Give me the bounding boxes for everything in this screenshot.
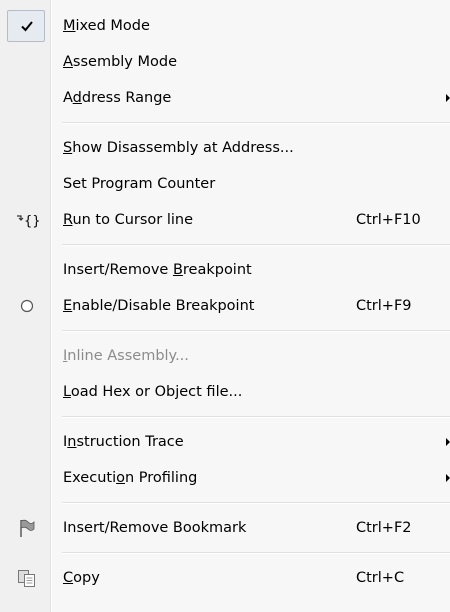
checkmark-icon [16, 15, 38, 37]
menu-item-run-to-cursor-line[interactable]: {} Run to Cursor line Ctrl+F10 [0, 202, 450, 238]
submenu-arrow-icon [446, 94, 450, 102]
menu-item-address-range[interactable]: Address Range [0, 80, 450, 116]
breakpoint-circle-icon [16, 295, 38, 317]
copy-icon [16, 567, 38, 589]
menu-item-label: Mixed Mode [63, 18, 150, 34]
menu-item-label: Show Disassembly at Address... [63, 140, 294, 156]
menu-item-label: Copy [63, 570, 100, 586]
menu-item-inline-assembly: Inline Assembly... [0, 338, 450, 374]
menu-item-insert-remove-breakpoint[interactable]: Insert/Remove Breakpoint [0, 252, 450, 288]
menu-item-enable-disable-breakpoint[interactable]: Enable/Disable Breakpoint Ctrl+F9 [0, 288, 450, 324]
submenu-arrow-icon [446, 474, 450, 482]
menu-separator [62, 244, 450, 246]
menu-item-insert-remove-bookmark[interactable]: Insert/Remove Bookmark Ctrl+F2 [0, 510, 450, 546]
menu-item-label: Address Range [63, 90, 172, 106]
menu-item-assembly-mode[interactable]: Assembly Mode [0, 44, 450, 80]
svg-text:{}: {} [24, 214, 41, 229]
menu-item-label: Inline Assembly... [63, 348, 189, 364]
menu-item-set-program-counter[interactable]: Set Program Counter [0, 166, 450, 202]
menu-separator [62, 502, 450, 504]
menu-item-copy[interactable]: Copy Ctrl+C [0, 560, 450, 596]
menu-item-label: Set Program Counter [63, 176, 216, 192]
menu-item-label: Insert/Remove Bookmark [63, 520, 247, 536]
menu-item-label: Load Hex or Object file... [63, 384, 243, 400]
menu-item-shortcut: Ctrl+F2 [356, 520, 412, 536]
run-to-cursor-icon: {} [14, 209, 42, 231]
menu-item-mixed-mode[interactable]: Mixed Mode [0, 8, 450, 44]
menu-item-label: Insert/Remove Breakpoint [63, 262, 252, 278]
menu-separator [62, 122, 450, 124]
menu-item-execution-profiling[interactable]: Execution Profiling [0, 460, 450, 496]
bookmark-flag-icon [16, 517, 38, 539]
menu-item-label: Enable/Disable Breakpoint [63, 298, 255, 314]
menu-item-shortcut: Ctrl+F9 [356, 298, 412, 314]
menu-item-show-disassembly-at-address[interactable]: Show Disassembly at Address... [0, 130, 450, 166]
menu-item-instruction-trace[interactable]: Instruction Trace [0, 424, 450, 460]
menu-item-shortcut: Ctrl+F10 [356, 212, 421, 228]
menu-item-shortcut: Ctrl+C [356, 570, 405, 586]
menu-item-label: Assembly Mode [63, 54, 178, 70]
submenu-arrow-icon [446, 438, 450, 446]
menu-separator [62, 330, 450, 332]
menu-item-load-hex-or-object-file[interactable]: Load Hex or Object file... [0, 374, 450, 410]
menu-separator [62, 416, 450, 418]
menu-item-label: Run to Cursor line [63, 212, 194, 228]
menu-item-label: Execution Profiling [63, 470, 198, 486]
context-menu: Mixed Mode Assembly Mode Address Range Show… [0, 0, 450, 612]
menu-item-label: Instruction Trace [63, 434, 184, 450]
menu-separator [62, 552, 450, 554]
